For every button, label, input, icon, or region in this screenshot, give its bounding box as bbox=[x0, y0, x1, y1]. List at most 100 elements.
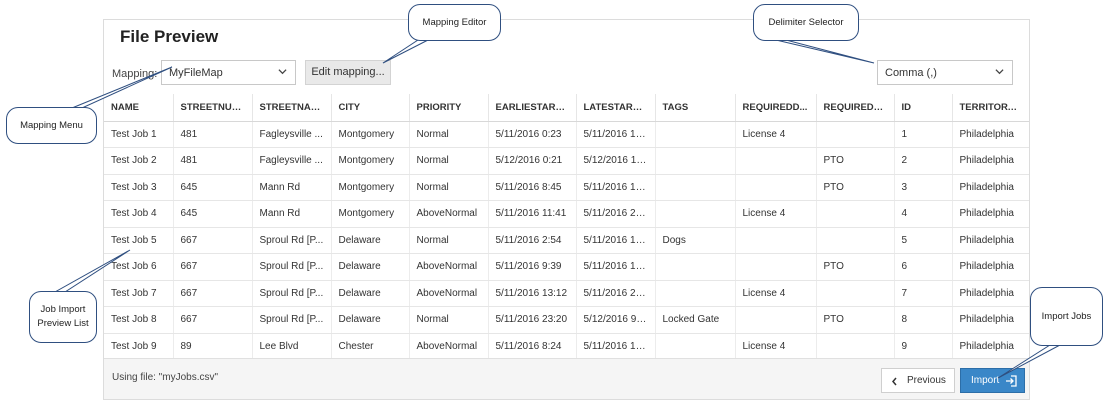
table-cell: Philadelphia bbox=[951, 200, 1029, 228]
table-cell: 5/11/2016 8:45 bbox=[487, 174, 576, 201]
table-row[interactable]: Test Job 7 667 Sproul Rd [P... Delaware Abov… bbox=[104, 280, 1029, 307]
import-button[interactable]: Import bbox=[960, 368, 1025, 393]
table-cell: Normal bbox=[408, 121, 488, 148]
table-cell: Philadelphia bbox=[951, 306, 1029, 334]
table-cell: 5/12/2016 9:35 bbox=[575, 306, 655, 334]
table-cell: 5/11/2016 22... bbox=[575, 200, 655, 228]
callout-mapping-menu: Mapping Menu bbox=[6, 107, 97, 144]
table-cell: 9 bbox=[893, 333, 952, 360]
table-row[interactable]: Test Job 5 667 Sproul Rd [P... Delaware Norm… bbox=[104, 227, 1029, 254]
table-row[interactable]: Test Job 3 645 Mann Rd Montgomery Normal 5/11… bbox=[104, 174, 1029, 201]
table-cell: 5/11/2016 23:20 bbox=[487, 306, 576, 334]
table-cell: PTO bbox=[815, 253, 894, 281]
table-cell: Lee Blvd bbox=[251, 333, 331, 360]
delimiter-select-value: Comma (,) bbox=[885, 67, 937, 79]
table-cell: 5/11/2016 2:54 bbox=[487, 227, 576, 254]
table-cell: 5/11/2016 13:12 bbox=[487, 280, 576, 307]
table-cell: Mann Rd bbox=[251, 174, 331, 201]
table-cell: 645 bbox=[172, 200, 252, 228]
table-cell: Montgomery bbox=[330, 200, 409, 228]
callout-import-jobs: Import Jobs bbox=[1030, 287, 1103, 346]
using-file-text: Using file: "myJobs.csv" bbox=[112, 372, 219, 383]
table-row[interactable]: Test Job 2 481 Fagleysville ... Montgomery N… bbox=[104, 147, 1029, 175]
table-cell: Sproul Rd [P... bbox=[251, 227, 331, 254]
table-cell: 3 bbox=[893, 174, 952, 201]
table-cell: 5/11/2016 23... bbox=[575, 280, 655, 307]
table-cell bbox=[654, 147, 735, 175]
table-cell: 481 bbox=[172, 147, 252, 175]
table-cell: Fagleysville ... bbox=[251, 121, 331, 148]
table-cell: 5/11/2016 0:23 bbox=[487, 121, 576, 148]
mapping-select[interactable]: MyFileMap bbox=[161, 60, 296, 85]
table-row[interactable]: Test Job 6 667 Sproul Rd [P... Delaware Abov… bbox=[104, 253, 1029, 281]
table-cell: 2 bbox=[893, 147, 952, 175]
table-cell: AboveNormal bbox=[408, 280, 488, 307]
table-cell: Philadelphia bbox=[951, 253, 1029, 281]
previous-button[interactable]: Previous bbox=[881, 368, 955, 393]
table-cell: Locked Gate bbox=[654, 306, 735, 334]
column-header[interactable]: REQUIREDV... bbox=[815, 94, 894, 122]
table-cell: 5 bbox=[893, 227, 952, 254]
table-cell: Montgomery bbox=[330, 147, 409, 175]
table-header-row: NAME STREETNUM... STREETNAME CITY PRIORI… bbox=[104, 94, 1029, 122]
column-header[interactable]: STREETNAME bbox=[251, 94, 331, 122]
edit-mapping-button[interactable]: Edit mapping... bbox=[305, 60, 391, 85]
table-cell bbox=[815, 227, 894, 254]
table-row[interactable]: Test Job 1 481 Fagleysville ... Montgomery N… bbox=[104, 121, 1029, 148]
table-cell: Test Job 1 bbox=[104, 121, 173, 148]
table-cell bbox=[734, 174, 816, 201]
table-cell: 5/11/2016 10... bbox=[575, 121, 655, 148]
table-cell: Test Job 4 bbox=[104, 200, 173, 228]
callout-delimiter-selector: Delimiter Selector bbox=[753, 4, 859, 41]
table-cell: Test Job 9 bbox=[104, 333, 173, 360]
column-header[interactable]: CITY bbox=[330, 94, 409, 122]
table-cell bbox=[815, 333, 894, 360]
table-cell bbox=[654, 333, 735, 360]
column-header[interactable]: NAME bbox=[104, 94, 173, 122]
table-cell: Normal bbox=[408, 174, 488, 201]
table-cell bbox=[734, 253, 816, 281]
table-cell: Delaware bbox=[330, 280, 409, 307]
table-cell: 667 bbox=[172, 280, 252, 307]
table-cell: PTO bbox=[815, 306, 894, 334]
callout-mapping-editor: Mapping Editor bbox=[408, 4, 501, 41]
column-header[interactable]: TERRITORY ID bbox=[951, 94, 1029, 122]
column-header[interactable]: STREETNUM... bbox=[172, 94, 252, 122]
table-cell: Delaware bbox=[330, 227, 409, 254]
column-header[interactable]: PRIORITY bbox=[408, 94, 488, 122]
table-cell: 5/11/2016 13... bbox=[575, 227, 655, 254]
table-cell: 5/11/2016 19... bbox=[575, 253, 655, 281]
delimiter-select[interactable]: Comma (,) bbox=[877, 60, 1013, 85]
table-cell: Philadelphia bbox=[951, 174, 1029, 201]
table-cell bbox=[734, 306, 816, 334]
table-cell: AboveNormal bbox=[408, 200, 488, 228]
column-header[interactable]: EARLIESTARR... bbox=[487, 94, 576, 122]
table-cell: 7 bbox=[893, 280, 952, 307]
mapping-select-value: MyFileMap bbox=[169, 67, 223, 79]
column-header[interactable]: REQUIREDD... bbox=[734, 94, 816, 122]
table-cell: PTO bbox=[815, 147, 894, 175]
table-cell: Test Job 3 bbox=[104, 174, 173, 201]
table-cell: 5/11/2016 9:39 bbox=[487, 253, 576, 281]
table-cell: Philadelphia bbox=[951, 333, 1029, 360]
table-cell: 5/11/2016 19... bbox=[575, 174, 655, 201]
panel-footer: Using file: "myJobs.csv" Previous Import bbox=[104, 358, 1029, 399]
table-cell bbox=[815, 121, 894, 148]
column-header[interactable]: ID bbox=[893, 94, 952, 122]
table-cell: Mann Rd bbox=[251, 200, 331, 228]
table-cell: Sproul Rd [P... bbox=[251, 253, 331, 281]
table-row[interactable]: Test Job 4 645 Mann Rd Montgomery AboveNorma… bbox=[104, 200, 1029, 228]
table-cell: Normal bbox=[408, 227, 488, 254]
table-cell: Chester bbox=[330, 333, 409, 360]
column-header[interactable]: LATESTARRI... bbox=[575, 94, 655, 122]
table-row[interactable]: Test Job 8 667 Sproul Rd [P... Delaware Norm… bbox=[104, 306, 1029, 334]
column-header[interactable]: TAGS bbox=[654, 94, 735, 122]
table-row[interactable]: Test Job 9 89 Lee Blvd Chester AboveNormal 5/… bbox=[104, 333, 1029, 360]
table-cell bbox=[654, 253, 735, 281]
table-cell: License 4 bbox=[734, 121, 816, 148]
table-cell bbox=[815, 280, 894, 307]
page-title: File Preview bbox=[120, 27, 219, 46]
table-cell: Montgomery bbox=[330, 121, 409, 148]
table-cell: License 4 bbox=[734, 200, 816, 228]
table-cell bbox=[654, 280, 735, 307]
